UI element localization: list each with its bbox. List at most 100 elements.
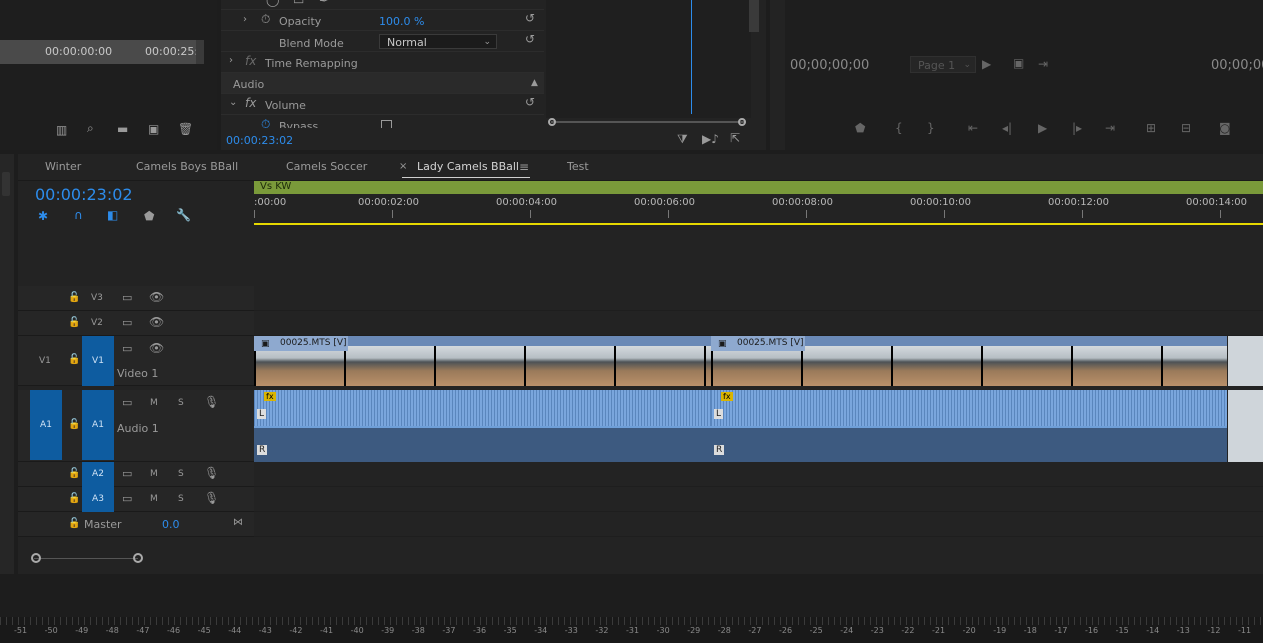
- snap-icon[interactable]: ∩: [74, 209, 83, 221]
- list-view-icon[interactable]: ▥: [56, 124, 67, 136]
- reset-icon[interactable]: ↺: [525, 33, 535, 45]
- tab-test[interactable]: Test: [567, 160, 589, 173]
- filter-icon[interactable]: ⧩: [677, 133, 688, 145]
- search-icon[interactable]: ⌕: [87, 122, 94, 134]
- lock-icon[interactable]: 🔓: [68, 354, 80, 366]
- track-target-v1[interactable]: V1: [82, 336, 114, 386]
- wrench-icon[interactable]: 🔧: [176, 209, 191, 221]
- mute-button[interactable]: M: [150, 398, 158, 408]
- zoom-handle-left[interactable]: [548, 118, 556, 126]
- playhead-timecode[interactable]: 00:00:23:02: [35, 185, 133, 204]
- audio-clip[interactable]: fx L R: [254, 390, 711, 462]
- scrollbar[interactable]: [196, 40, 204, 64]
- chevron-down-icon[interactable]: ⌄: [229, 97, 237, 109]
- lock-icon[interactable]: 🔓: [68, 493, 80, 505]
- opacity-value[interactable]: 100.0 %: [379, 15, 424, 28]
- stopwatch-icon[interactable]: ⏱: [261, 118, 270, 128]
- lane-a2[interactable]: [254, 462, 1263, 487]
- track-target-a3[interactable]: A3: [82, 487, 114, 512]
- timeline-zoom-track[interactable]: [34, 558, 138, 559]
- lane-master[interactable]: [254, 512, 1263, 537]
- rect-mask-icon[interactable]: ▭: [293, 0, 304, 6]
- mark-out-icon[interactable]: }: [927, 122, 935, 134]
- time-ruler[interactable]: :00:00 00:00:02:00 00:00:04:00 00:00:06:00 0…: [254, 194, 1263, 224]
- eye-icon[interactable]: 👁: [149, 342, 164, 354]
- go-to-end-icon[interactable]: ⋈: [233, 517, 243, 529]
- solo-button[interactable]: S: [178, 398, 184, 408]
- video-clip[interactable]: ▣ 00025.MTS [V]: [254, 336, 711, 386]
- close-icon[interactable]: ×: [399, 161, 407, 173]
- save-icon[interactable]: ▣: [1013, 57, 1024, 69]
- solo-button[interactable]: S: [178, 494, 184, 504]
- sync-lock-icon[interactable]: ▭: [122, 317, 132, 329]
- reset-icon[interactable]: ↺: [525, 12, 535, 24]
- extract-icon[interactable]: ⊟: [1181, 122, 1191, 134]
- collapse-up-icon[interactable]: ▲: [531, 77, 538, 89]
- lock-icon[interactable]: 🔓: [68, 292, 80, 304]
- fx-badge[interactable]: fx: [264, 392, 276, 401]
- lock-icon[interactable]: 🔓: [68, 317, 80, 329]
- chevron-right-icon[interactable]: ›: [229, 55, 233, 67]
- stopwatch-icon[interactable]: ⏱: [261, 13, 270, 25]
- camera-icon[interactable]: ◙: [1219, 122, 1231, 134]
- linked-selection-icon[interactable]: ◧: [107, 209, 118, 221]
- timeline-zoom-handle-right[interactable]: [133, 553, 143, 563]
- microphone-icon[interactable]: 🎙: [204, 492, 219, 504]
- eye-icon[interactable]: 👁: [149, 316, 164, 328]
- zoom-handle-right[interactable]: [738, 118, 746, 126]
- export-icon[interactable]: ⇱: [730, 132, 740, 144]
- ellipse-mask-icon[interactable]: ◯: [266, 0, 279, 6]
- sync-lock-icon[interactable]: ▭: [122, 292, 132, 304]
- sync-lock-icon[interactable]: ▭: [122, 343, 132, 355]
- step-back-icon[interactable]: ◂|: [1002, 122, 1012, 134]
- mute-button[interactable]: M: [150, 469, 158, 479]
- track-target-a2[interactable]: A2: [82, 462, 114, 487]
- lock-icon[interactable]: 🔓: [68, 419, 80, 431]
- zoom-bar[interactable]: [551, 121, 746, 123]
- pen-mask-icon[interactable]: ✒: [319, 0, 329, 6]
- chevron-right-icon[interactable]: ›: [243, 14, 247, 26]
- fx-badge[interactable]: fx: [721, 392, 733, 401]
- nest-icon[interactable]: ✱: [38, 210, 48, 222]
- lane-a3[interactable]: [254, 487, 1263, 512]
- add-marker-icon[interactable]: ⬟: [144, 210, 154, 222]
- keyframe-area[interactable]: [546, 0, 751, 118]
- video-clip[interactable]: [1228, 336, 1263, 386]
- source-patch-v1[interactable]: V1: [39, 356, 51, 366]
- lock-icon[interactable]: 🔓: [68, 468, 80, 480]
- sync-lock-icon[interactable]: ▭: [122, 468, 132, 480]
- mute-button[interactable]: M: [150, 494, 158, 504]
- microphone-icon[interactable]: 🎙: [204, 396, 219, 408]
- marker-icon[interactable]: ⬟: [855, 122, 865, 134]
- step-forward-icon[interactable]: |▸: [1072, 122, 1082, 134]
- audio-clip[interactable]: [1228, 390, 1263, 462]
- tab-camels-soccer[interactable]: Camels Soccer: [286, 160, 367, 173]
- video-clip[interactable]: ▣ 00025.MTS [V]: [711, 336, 1227, 386]
- tab-camels-boys-bball[interactable]: Camels Boys BBall: [136, 160, 238, 173]
- tab-lady-camels-bball[interactable]: Lady Camels BBall: [417, 160, 519, 173]
- next-page-icon[interactable]: ▶: [982, 58, 991, 70]
- go-to-out-icon[interactable]: ⇥: [1105, 122, 1115, 134]
- go-to-in-icon[interactable]: ⇤: [968, 122, 978, 134]
- source-patch-a1[interactable]: A1: [30, 390, 62, 460]
- reset-icon[interactable]: ↺: [525, 96, 535, 108]
- menu-icon[interactable]: ≡: [519, 161, 529, 173]
- new-item-icon[interactable]: ▣: [148, 123, 159, 135]
- sync-lock-icon[interactable]: ▭: [122, 397, 132, 409]
- ec-playhead[interactable]: [691, 0, 692, 114]
- timeline-zoom-handle-left[interactable]: [31, 553, 41, 563]
- bypass-checkbox[interactable]: [381, 120, 392, 128]
- eye-icon[interactable]: 👁: [149, 291, 164, 303]
- lane-v3[interactable]: [254, 286, 1263, 311]
- solo-button[interactable]: S: [178, 469, 184, 479]
- new-bin-icon[interactable]: ▬: [117, 123, 128, 135]
- microphone-icon[interactable]: 🎙: [204, 467, 219, 479]
- page-select[interactable]: Page 1 ⌄: [910, 56, 976, 73]
- lane-v2[interactable]: [254, 311, 1263, 336]
- trash-icon[interactable]: 🗑: [178, 123, 193, 135]
- audio-clip[interactable]: fx L R: [711, 390, 1227, 462]
- tab-winter[interactable]: Winter: [45, 160, 81, 173]
- fast-forward-icon[interactable]: ⇥: [1038, 58, 1048, 70]
- lock-icon[interactable]: 🔓: [68, 518, 80, 530]
- scrollbar[interactable]: [749, 0, 759, 32]
